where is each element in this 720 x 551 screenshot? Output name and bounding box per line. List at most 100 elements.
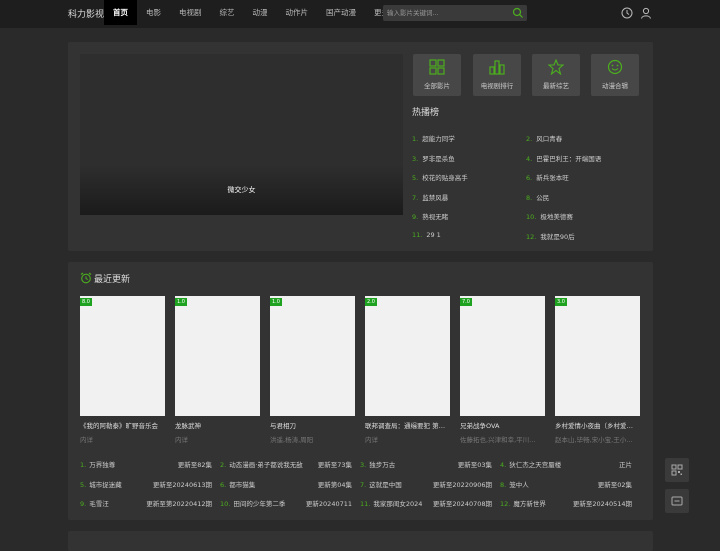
nav-cn-anime[interactable]: 国产动漫 xyxy=(317,0,365,25)
video-card[interactable]: 1.0 与君相刀 洪遥,杨涛,周阳 xyxy=(270,296,355,444)
video-card[interactable]: 8.0 《我的阿勒泰》旷野音乐会 内详 xyxy=(80,296,165,444)
hot-item[interactable]: 5. 校花的贴身高手 xyxy=(412,172,468,182)
message-icon xyxy=(671,496,683,506)
update-status: 更新至02集 xyxy=(597,481,632,489)
hot-item[interactable]: 4. 巴霍巴利王：开端国语 xyxy=(526,153,601,163)
update-item[interactable]: 12. 魔方新世界 xyxy=(500,498,546,508)
update-status: 更新至03集 xyxy=(457,461,492,469)
grid-icon xyxy=(429,59,445,75)
update-status: 更新至20240708期 xyxy=(432,500,492,508)
hot-item[interactable]: 2. 风口青春 xyxy=(526,133,562,143)
nav-action[interactable]: 动作片 xyxy=(277,0,318,25)
category-label: 电视剧排行 xyxy=(480,82,514,90)
update-status: 更新至20240613期 xyxy=(152,481,212,489)
update-status: 更新20240711 xyxy=(305,500,352,508)
nav-tv[interactable]: 电视剧 xyxy=(170,0,211,25)
video-cast: 内详 xyxy=(175,436,188,444)
video-title[interactable]: 龙脉武神 xyxy=(175,420,260,430)
update-status: 更新至82集 xyxy=(177,461,212,469)
update-status: 更新至73集 xyxy=(317,461,352,469)
hot-item[interactable]: 3. 罗非是杀鱼 xyxy=(412,153,455,163)
qrcode-icon xyxy=(671,464,683,476)
video-card[interactable]: 2.0 联邦调查局：通缉要犯 第… 内详 xyxy=(365,296,450,444)
video-card[interactable]: 1.0 龙脉武神 内详 xyxy=(175,296,260,444)
video-poster[interactable]: 8.0 xyxy=(80,296,165,416)
search-icon[interactable] xyxy=(512,7,524,19)
category-label: 最新综艺 xyxy=(543,82,569,90)
banner-slide[interactable]: 微交少女 xyxy=(80,54,403,215)
video-title[interactable]: 兄弟战争OVA xyxy=(460,420,545,430)
hot-item[interactable]: 6. 新兵张本旺 xyxy=(526,172,569,182)
score-badge: 7.0 xyxy=(460,298,472,306)
bar-chart-icon xyxy=(489,60,505,75)
update-status: 更新第04集 xyxy=(317,481,352,489)
score-badge: 2.0 xyxy=(365,298,377,306)
update-item[interactable]: 7. 这就是中国 xyxy=(360,479,402,489)
update-item[interactable]: 1. 万界独尊 xyxy=(80,459,115,469)
video-card[interactable]: 3.0 乡村爱情小夜曲（乡村爱… 赵本山,毕畅,宋小宝,王小… xyxy=(555,296,640,444)
video-poster[interactable]: 3.0 xyxy=(555,296,640,416)
nav-home[interactable]: 首页 xyxy=(104,0,137,25)
update-item[interactable]: 5. 城市捉迷藏 xyxy=(80,479,122,489)
update-status: 更新至第20220412期 xyxy=(146,500,212,508)
hot-item[interactable]: 1. 超能力同学 xyxy=(412,133,455,143)
video-title[interactable]: 乡村爱情小夜曲（乡村爱… xyxy=(555,420,640,430)
update-status: 更新至20240514期 xyxy=(572,500,632,508)
score-badge: 1.0 xyxy=(175,298,187,306)
hot-item[interactable]: 11. 29 1 xyxy=(412,231,441,239)
search-box xyxy=(383,5,527,21)
nav-anime[interactable]: 动漫 xyxy=(244,0,277,25)
nav-variety[interactable]: 综艺 xyxy=(211,0,244,25)
update-item[interactable]: 6. 都市猫集 xyxy=(220,479,255,489)
top-header: 科力影视 首页 电影 电视剧 综艺 动漫 动作片 国产动漫 更多﹀ xyxy=(0,0,720,28)
update-status: 更新至20220906期 xyxy=(432,481,492,489)
category-tv-ranking[interactable]: 电视剧排行 xyxy=(473,54,521,96)
update-item[interactable]: 8. 笼中人 xyxy=(500,479,529,489)
video-poster[interactable]: 1.0 xyxy=(270,296,355,416)
video-card[interactable]: 7.0 兄弟战争OVA 佐藤拓也,兴津和幸,平川… xyxy=(460,296,545,444)
video-title[interactable]: 《我的阿勒泰》旷野音乐会 xyxy=(80,420,165,430)
category-variety[interactable]: 最新综艺 xyxy=(532,54,580,96)
update-item[interactable]: 2. 动态漫画·弟子都说我无敌 xyxy=(220,459,303,469)
update-item[interactable]: 9. 毛雪汪 xyxy=(80,498,109,508)
hot-item[interactable]: 7. 监禁风暴 xyxy=(412,192,448,202)
hot-item[interactable]: 9. 熟视无睹 xyxy=(412,211,448,221)
main-nav: 首页 电影 电视剧 综艺 动漫 动作片 国产动漫 更多﹀ xyxy=(104,0,409,25)
hot-item[interactable]: 8. 公民 xyxy=(526,192,549,202)
category-label: 全部影片 xyxy=(424,82,450,90)
score-badge: 8.0 xyxy=(80,298,92,306)
latest-section-title: 最近更新 xyxy=(94,275,131,285)
video-title[interactable]: 与君相刀 xyxy=(270,420,355,430)
user-icon[interactable] xyxy=(640,7,652,19)
video-poster[interactable]: 7.0 xyxy=(460,296,545,416)
qrcode-button[interactable] xyxy=(665,458,689,482)
nav-movies[interactable]: 电影 xyxy=(137,0,170,25)
search-input[interactable] xyxy=(387,7,505,19)
score-badge: 1.0 xyxy=(270,298,282,306)
banner-title: 微交少女 xyxy=(227,186,256,194)
smiley-icon xyxy=(607,59,623,75)
video-cast: 洪遥,杨涛,周阳 xyxy=(270,436,314,444)
video-poster[interactable]: 2.0 xyxy=(365,296,450,416)
video-cast: 内详 xyxy=(365,436,378,444)
category-all-movies[interactable]: 全部影片 xyxy=(413,54,461,96)
update-item[interactable]: 4. 狄仁杰之天宫蜃楼 xyxy=(500,459,561,469)
hot-item[interactable]: 10. 极地美德赛 xyxy=(526,211,573,221)
video-poster[interactable]: 1.0 xyxy=(175,296,260,416)
hot-list-title: 热播榜 xyxy=(412,108,440,118)
star-icon xyxy=(548,59,564,75)
next-panel xyxy=(68,531,653,551)
category-anime[interactable]: 动漫合辑 xyxy=(591,54,639,96)
video-title[interactable]: 联邦调查局：通缉要犯 第… xyxy=(365,420,450,430)
update-status: 正片 xyxy=(619,461,632,469)
video-cast: 内详 xyxy=(80,436,93,444)
site-logo[interactable]: 科力影视 xyxy=(68,7,104,20)
video-cast: 赵本山,毕畅,宋小宝,王小… xyxy=(555,436,633,444)
update-item[interactable]: 3. 独步万古 xyxy=(360,459,395,469)
hot-item[interactable]: 12. 我就是90后 xyxy=(526,231,575,241)
score-badge: 3.0 xyxy=(555,298,567,306)
feedback-button[interactable] xyxy=(665,489,689,513)
history-icon[interactable] xyxy=(621,7,633,19)
update-item[interactable]: 10. 田间的少年第二季 xyxy=(220,498,285,508)
video-cast: 佐藤拓也,兴津和幸,平川… xyxy=(460,436,536,444)
